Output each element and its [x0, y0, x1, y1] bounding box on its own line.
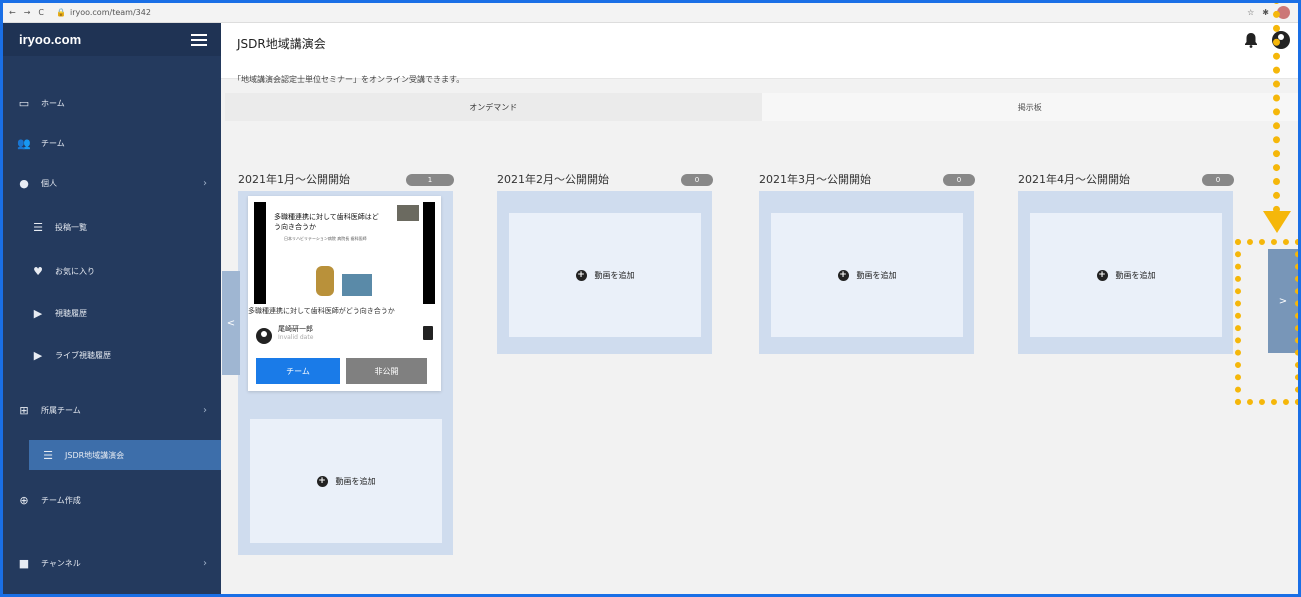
- plus-circle-icon: +: [837, 269, 849, 281]
- column-title: 2021年4月〜公開開始: [1018, 173, 1130, 186]
- column-title: 2021年2月〜公開開始: [497, 173, 609, 186]
- building-image: [342, 274, 372, 296]
- thumbnail-title: 多職種連携に対して歯科医師はどう向き合うか: [274, 213, 379, 231]
- team-button[interactable]: チーム: [256, 358, 340, 384]
- clipboard-icon[interactable]: [423, 326, 433, 340]
- sidebar-item-0[interactable]: ▭ ホーム: [3, 88, 221, 118]
- mascot-image: [316, 266, 334, 296]
- sitemap-icon: ⊞: [19, 403, 29, 417]
- author-name: 尾崎研一郎: [278, 325, 313, 333]
- brand-logo[interactable]: iryoo.com: [19, 32, 81, 47]
- sidebar-item-label: 視聴履歴: [55, 308, 87, 318]
- sidebar-item-1[interactable]: 👥 チーム: [3, 128, 221, 158]
- tab-bar: オンデマンド 掲示板: [225, 93, 1298, 121]
- video-icon: ■: [18, 556, 30, 570]
- reload-icon[interactable]: C: [38, 8, 44, 17]
- highlight-dotted-line: [1273, 3, 1280, 213]
- thumbnail-subtext: 日本リハビリテーション病院 病院長 歯科医師: [284, 236, 367, 241]
- add-video-label: 動画を追加: [1115, 270, 1156, 280]
- team-description: 「地域講演会認定士単位セミナー」をオンライン受講できます。: [233, 75, 465, 84]
- sidebar-item-3[interactable]: ☰ 投稿一覧: [3, 212, 221, 242]
- column-title: 2021年3月〜公開開始: [759, 173, 871, 186]
- extension-icon[interactable]: ✱: [1262, 8, 1269, 17]
- sidebar-item-6[interactable]: ▶ ライブ視聴履歴: [3, 340, 221, 370]
- plus-circle-icon: +: [1096, 269, 1108, 281]
- count-badge: 0: [1202, 174, 1234, 186]
- browser-toolbar: ← → C 🔒 iryoo.com/team/342 ☆ ✱: [3, 3, 1298, 23]
- sidebar-item-5[interactable]: ▶ 視聴履歴: [3, 298, 221, 328]
- sidebar-item-label: 投稿一覧: [55, 222, 87, 232]
- sidebar-item-9[interactable]: ⊕ チーム作成: [3, 485, 221, 515]
- page-frame: ← → C 🔒 iryoo.com/team/342 ☆ ✱ iryoo.com…: [3, 3, 1298, 594]
- count-badge: 0: [943, 174, 975, 186]
- sidebar-item-2[interactable]: ● 個人 ›: [3, 168, 221, 198]
- add-video-label: 動画を追加: [335, 476, 376, 486]
- sidebar-item-label: 所属チーム: [41, 405, 81, 415]
- sidebar-item-label: チーム: [41, 138, 65, 148]
- lock-icon: 🔒: [56, 8, 66, 17]
- sidebar-item-label: お気に入り: [55, 266, 95, 276]
- chevron-right-icon: ›: [203, 177, 207, 189]
- sidebar-item-label: チャンネル: [41, 558, 81, 568]
- play-icon: ▶: [33, 306, 43, 320]
- sidebar-item-8[interactable]: ☰ JSDR地域講演会: [29, 440, 221, 470]
- menu-icon[interactable]: [191, 33, 207, 46]
- add-video-button[interactable]: + 動画を追加: [509, 213, 701, 337]
- sidebar-header: iryoo.com: [3, 23, 221, 56]
- top-bar: JSDR地域講演会: [221, 23, 1298, 79]
- add-video-label: 動画を追加: [856, 270, 897, 280]
- star-icon[interactable]: ☆: [1247, 8, 1254, 17]
- chevron-right-icon: ›: [203, 404, 207, 416]
- sidebar-item-label: JSDR地域講演会: [65, 450, 125, 460]
- sidebar-item-10[interactable]: ■ チャンネル ›: [3, 548, 221, 578]
- count-badge: 0: [681, 174, 713, 186]
- add-video-button[interactable]: + 動画を追加: [1030, 213, 1222, 337]
- heart-icon: ♥: [33, 264, 43, 278]
- private-button[interactable]: 非公開: [346, 358, 427, 384]
- sidebar-item-7[interactable]: ⊞ 所属チーム ›: [3, 395, 221, 425]
- add-video-button[interactable]: + 動画を追加: [250, 419, 442, 543]
- monitor-icon: ▭: [18, 96, 30, 110]
- sidebar-item-4[interactable]: ♥ お気に入り: [3, 256, 221, 286]
- plus-circle-icon: ⊕: [19, 493, 29, 507]
- column-title: 2021年1月〜公開開始: [238, 173, 350, 186]
- author-avatar-icon: [256, 328, 272, 344]
- bell-icon[interactable]: [1244, 32, 1258, 48]
- tab-on-demand[interactable]: オンデマンド: [225, 93, 762, 121]
- forward-icon[interactable]: →: [24, 8, 31, 17]
- add-video-button[interactable]: + 動画を追加: [771, 213, 963, 337]
- sidebar-item-label: ホーム: [41, 98, 65, 108]
- chevron-right-icon: ›: [203, 557, 207, 569]
- sidebar-item-label: 個人: [41, 178, 57, 188]
- highlight-arrow: [1263, 211, 1291, 233]
- add-video-label: 動画を追加: [594, 270, 635, 280]
- video-card[interactable]: 多職種連携に対して歯科医師はどう向き合うか 日本リハビリテーション病院 病院長 …: [248, 196, 441, 391]
- post-date: Invalid date: [278, 334, 314, 341]
- tab-bulletin-board[interactable]: 掲示板: [761, 93, 1298, 121]
- play-icon: ▶: [33, 348, 43, 362]
- video-title[interactable]: 多職種連携に対して歯科医師がどう向き合うか: [248, 306, 441, 316]
- list-icon: ☰: [43, 448, 53, 462]
- list-icon: ☰: [33, 220, 43, 234]
- prev-page-button[interactable]: <: [222, 271, 240, 375]
- page-title: JSDR地域講演会: [237, 37, 326, 51]
- sidebar-item-label: ライブ視聴履歴: [55, 350, 111, 360]
- highlight-box: [1235, 239, 1298, 405]
- speaker-image: [397, 205, 419, 221]
- video-thumbnail[interactable]: 多職種連携に対して歯科医師はどう向き合うか 日本リハビリテーション病院 病院長 …: [254, 202, 435, 304]
- url-text: iryoo.com/team/342: [69, 8, 151, 17]
- user-icon: ●: [19, 176, 29, 190]
- back-icon[interactable]: ←: [9, 8, 16, 17]
- plus-circle-icon: +: [575, 269, 587, 281]
- address-bar[interactable]: 🔒 iryoo.com/team/342: [56, 8, 151, 17]
- sidebar-item-label: チーム作成: [41, 495, 81, 505]
- plus-circle-icon: +: [316, 475, 328, 487]
- count-badge: 1: [406, 174, 454, 186]
- users-icon: 👥: [17, 136, 31, 150]
